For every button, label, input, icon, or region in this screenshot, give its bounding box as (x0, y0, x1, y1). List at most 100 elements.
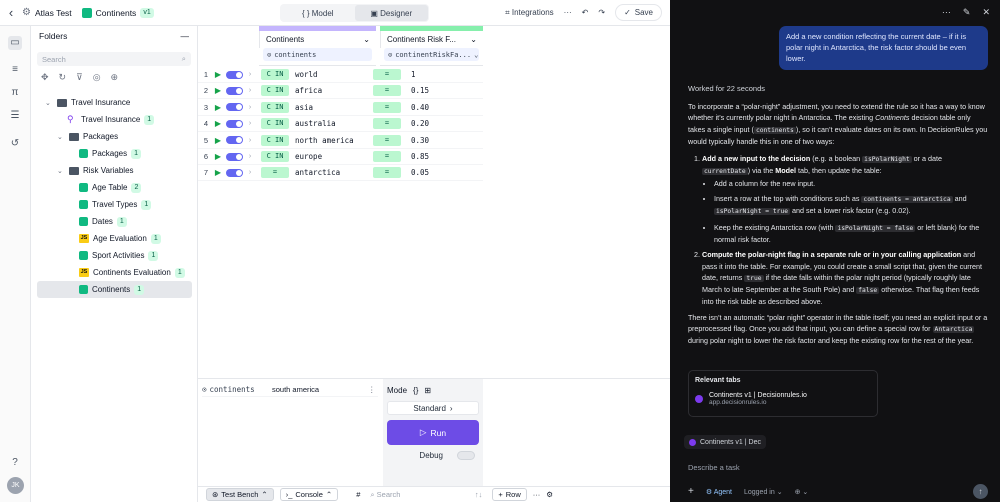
tree-item[interactable]: ⌄ Packages (37, 128, 192, 145)
tree-item[interactable]: Continents 1 (37, 281, 192, 298)
table-search-input[interactable]: ⌕ Search ↑↓ (366, 488, 486, 501)
result-operator[interactable]: = (373, 167, 401, 179)
tree-item[interactable]: ⌄ Risk Variables (37, 162, 192, 179)
condition-operator[interactable]: = (261, 167, 289, 179)
worked-duration[interactable]: Worked for 22 seconds (688, 84, 765, 93)
row-toggle[interactable] (226, 119, 243, 128)
chevron-down-icon[interactable]: ⌄ (57, 133, 65, 141)
output-column-title[interactable]: Continents Risk F... (387, 35, 456, 44)
task-input[interactable]: Describe a task (688, 463, 740, 472)
chevron-right-icon[interactable]: › (243, 137, 257, 144)
tree-item[interactable]: ⌄ Travel Insurance (37, 94, 192, 111)
row-toggle[interactable] (226, 103, 243, 112)
chevron-down-icon[interactable]: ⌄ (57, 167, 65, 175)
debug-toggle[interactable] (457, 450, 475, 460)
console-button[interactable]: ›_ Console ⌃ (279, 488, 339, 501)
table-row[interactable]: 3 ▶ › C IN asia = 0.40 (198, 100, 483, 116)
result-value[interactable]: 0.30 (401, 136, 461, 145)
condition-value[interactable]: australia (289, 119, 369, 128)
condition-value[interactable]: antarctica (289, 168, 369, 177)
tree-item[interactable]: Packages 1 (37, 145, 192, 162)
agent-mode-button[interactable]: ⚙ Agent (706, 488, 732, 496)
result-operator[interactable]: = (373, 118, 401, 130)
new-chat-icon[interactable]: ✎ (963, 7, 971, 18)
condition-operator[interactable]: C IN (261, 151, 289, 162)
row-toggle[interactable] (226, 168, 243, 177)
test-bench-button[interactable]: ⊛ Test Bench ⌃ (206, 488, 274, 501)
project-name[interactable]: Atlas Test (35, 8, 72, 18)
target-icon[interactable]: ◎ (93, 72, 101, 83)
chevron-right-icon[interactable]: › (243, 153, 257, 160)
play-icon[interactable]: ▶ (212, 119, 224, 128)
play-icon[interactable]: ▶ (212, 136, 224, 145)
collapse-folders-button[interactable]: — (181, 31, 190, 41)
table-row[interactable]: 2 ▶ › C IN africa = 0.15 (198, 83, 483, 100)
folder-search-input[interactable]: Search ⌕ (37, 52, 191, 66)
add-icon[interactable]: ⊕ (111, 72, 119, 83)
condition-value[interactable]: asia (289, 103, 369, 112)
avatar[interactable]: JK (7, 477, 24, 494)
kebab-menu-icon[interactable]: ⋮ (368, 385, 378, 394)
chevron-down-icon[interactable]: ⌄ (470, 35, 477, 44)
pi-icon[interactable]: π (8, 86, 22, 100)
json-mode-icon[interactable]: {} (413, 386, 418, 395)
help-icon[interactable]: ? (8, 456, 22, 470)
row-toggle[interactable] (226, 86, 243, 95)
more-menu-button[interactable]: ··· (564, 8, 572, 17)
condition-value[interactable]: north america (289, 136, 369, 145)
result-value[interactable]: 0.85 (401, 152, 461, 161)
integrations-button[interactable]: ⌗ Integrations (505, 8, 554, 18)
tree-item[interactable]: Age Table 2 (37, 179, 192, 196)
result-value[interactable]: 1 (401, 70, 461, 79)
add-icon[interactable]: + (688, 486, 694, 497)
run-button[interactable]: ▷ Run (387, 420, 479, 445)
condition-operator[interactable]: C IN (261, 85, 289, 97)
table-row[interactable]: 5 ▶ › C IN north america = 0.30 (198, 133, 483, 149)
chevron-right-icon[interactable]: › (243, 120, 257, 127)
save-button[interactable]: ✓ Save (615, 4, 662, 21)
chevron-right-icon[interactable]: › (243, 87, 257, 94)
table-row[interactable]: 6 ▶ › C IN europe = 0.85 (198, 149, 483, 165)
chevron-right-icon[interactable]: › (243, 71, 257, 78)
tree-item[interactable]: Dates 1 (37, 213, 192, 230)
result-operator[interactable]: = (373, 85, 401, 97)
redo-icon[interactable]: ↷ (598, 8, 605, 17)
row-toggle[interactable] (226, 136, 243, 145)
result-operator[interactable]: = (373, 151, 401, 162)
globe-icon[interactable]: ⊕ ⌄ (795, 488, 809, 496)
output-binding[interactable]: ⊙ continentRiskFa... ⌄ (384, 48, 479, 61)
close-icon[interactable]: ✕ (982, 7, 990, 18)
table-row[interactable]: 7 ▶ › = antarctica = 0.05 (198, 165, 483, 182)
relevant-tab-item[interactable]: Continents v1 | Decisionrules.io app.dec… (695, 392, 871, 406)
more-icon[interactable]: ··· (942, 7, 951, 18)
send-arrow-icon[interactable]: ↑ (973, 484, 988, 499)
move-icon[interactable]: ✥ (41, 72, 49, 83)
table-row[interactable]: 1 ▶ › C IN world = 1 (198, 67, 483, 83)
undo-icon[interactable]: ↶ (582, 8, 589, 17)
condition-operator[interactable]: C IN (261, 134, 289, 146)
chevron-down-icon[interactable]: ⌄ (45, 99, 53, 107)
tab-model[interactable]: { } Model (281, 5, 355, 21)
result-operator[interactable]: = (373, 101, 401, 113)
input-column-title[interactable]: Continents (266, 35, 304, 44)
play-icon[interactable]: ▶ (212, 103, 224, 112)
filter-icon[interactable]: ⊽ (76, 72, 83, 83)
condition-value[interactable]: world (289, 70, 369, 79)
chevron-right-icon[interactable]: › (243, 104, 257, 111)
variables-icon[interactable]: ≡ (8, 63, 22, 77)
result-value[interactable]: 0.05 (401, 168, 461, 177)
login-status[interactable]: Logged in ⌄ (744, 488, 783, 496)
list-icon[interactable]: ☰ (8, 109, 22, 123)
condition-operator[interactable]: C IN (261, 118, 289, 130)
play-icon[interactable]: ▶ (212, 86, 224, 95)
more-icon[interactable]: ··· (533, 490, 541, 499)
play-icon[interactable]: ▶ (212, 168, 224, 177)
back-arrow-icon[interactable]: ‹ (0, 5, 22, 20)
result-operator[interactable]: = (373, 134, 401, 146)
doc-title[interactable]: Continents (96, 8, 137, 18)
tree-item[interactable]: JS Continents Evaluation 1 (37, 264, 192, 281)
tree-item[interactable]: Travel Types 1 (37, 196, 192, 213)
row-toggle[interactable] (226, 70, 243, 79)
tree-item[interactable]: ⚲ Travel Insurance 1 (37, 111, 192, 128)
play-icon[interactable]: ▶ (212, 152, 224, 161)
